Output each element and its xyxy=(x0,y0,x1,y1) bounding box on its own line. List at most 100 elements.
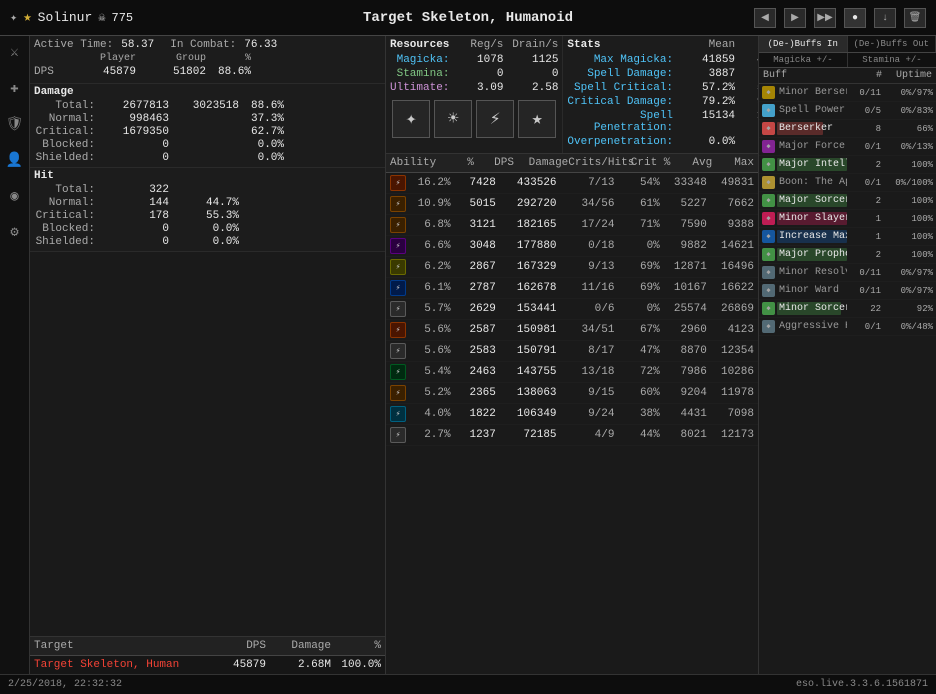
in-combat-label: In Combat: xyxy=(170,39,236,51)
table-row[interactable]: ⚡ Radiant Destruction 16.2% 7428 433526 … xyxy=(386,173,758,194)
ability-crits: 0/18 xyxy=(559,240,615,252)
sidebar-icon-cross[interactable]: ✚ xyxy=(3,76,27,100)
delete-button[interactable]: 🗑 xyxy=(904,8,926,28)
ability-crits: 9/13 xyxy=(559,261,615,273)
ability-max: 16622 xyxy=(709,282,754,294)
table-row[interactable]: ⚡ Blazing Spear 5.6% 2587 150981 34/51 6… xyxy=(386,320,758,341)
ability-icon-2[interactable]: ☀ xyxy=(434,100,472,138)
table-row[interactable]: ⚡ Heavy Attack (Shock)* 6.1% 2787 162678… xyxy=(386,278,758,299)
damage-section: Damage Total: 2677813 3023518 88.6% Norm… xyxy=(30,84,385,168)
max-magicka-label: Max Magicka: xyxy=(567,54,677,66)
ability-damage: 143755 xyxy=(498,366,557,378)
list-item[interactable]: ◆ Major Force 0/1 0%/13% xyxy=(759,138,936,156)
nav-fast-forward-button[interactable]: ▶▶ xyxy=(814,8,836,28)
damage-col-header: Damage xyxy=(514,157,568,169)
target-section: Target DPS Damage % Target Skeleton, Hum… xyxy=(30,636,385,674)
center-panel: Resources Reg/s Drain/s Magicka: 1078 11… xyxy=(386,36,758,674)
list-item[interactable]: ◆ Major Sorcery 2 100% xyxy=(759,192,936,210)
list-item[interactable]: ◆ Major Intellect 2 100% xyxy=(759,156,936,174)
ability-avg: 9882 xyxy=(662,240,707,252)
critical-player: 1679350 xyxy=(99,126,169,138)
ability-critpct: 67% xyxy=(616,324,659,336)
buff-uptime: 0%/83% xyxy=(883,106,933,116)
table-row[interactable]: ⚡ Zaan* 6.6% 3048 177880 0/18 0% 9882 14… xyxy=(386,236,758,257)
list-item[interactable]: ◆ Boon: The Apprentice 0/1 0%/100% xyxy=(759,174,936,192)
table-row[interactable]: ⚡ Charged Weapon 5.4% 2463 143755 13/18 … xyxy=(386,362,758,383)
tab-debuffs-out[interactable]: (De-)Buffs Out xyxy=(848,36,936,52)
spell-critical-label: Spell Critical: xyxy=(567,82,677,94)
list-item[interactable]: ◆ Minor Resolve 0/11 0%/97% xyxy=(759,264,936,282)
tab-debuffs-in[interactable]: (De-)Buffs In xyxy=(759,36,848,52)
buff-uptime: 0%/97% xyxy=(883,88,933,98)
list-item[interactable]: ◆ Major Prophecy 2 100% xyxy=(759,246,936,264)
ability-icon-ultimate[interactable]: ★ xyxy=(518,100,556,138)
ability-icon-1[interactable]: ✦ xyxy=(392,100,430,138)
normal-label: Normal: xyxy=(34,113,99,125)
table-row[interactable]: ⚡ Shooting Star 6.2% 2867 167329 9/13 69… xyxy=(386,257,758,278)
table-row[interactable]: ⚡ Puncturing Sweep 6.8% 3121 182165 17/2… xyxy=(386,215,758,236)
list-item[interactable]: ◆ Minor Berserk 0/11 0%/97% xyxy=(759,84,936,102)
ability-crits: 9/15 xyxy=(559,387,615,399)
critical-group xyxy=(169,126,239,138)
table-row[interactable]: ⚡ Burning Light 5.2% 2365 138063 9/15 60… xyxy=(386,383,758,404)
buff-name: Major Prophecy xyxy=(779,248,847,261)
list-item[interactable]: ◆ Berserker 8 66% xyxy=(759,120,936,138)
total-pct: 88.6% xyxy=(239,100,284,112)
hit-normal-label: Normal: xyxy=(34,197,99,209)
sidebar-icon-eye[interactable]: ◉ xyxy=(3,184,27,208)
sidebar-icon-person[interactable]: 👤 xyxy=(3,148,27,172)
table-row[interactable]: ⚡ Blockade of Fire 10.9% 5015 292720 34/… xyxy=(386,194,758,215)
buff-num: 22 xyxy=(849,304,881,314)
left-panel: Active Time: 58.37 In Combat: 76.33 Play… xyxy=(30,36,386,674)
tab-stamina[interactable]: Stamina +/- xyxy=(848,53,936,67)
list-item[interactable]: ◆ Aggressive Horn 0/1 0%/48% xyxy=(759,318,936,336)
ability-avg: 2960 xyxy=(662,324,707,336)
dps-col-header: DPS xyxy=(211,640,266,652)
list-item[interactable]: ◆ Minor Slayer 1 100% xyxy=(759,210,936,228)
ability-icon-3[interactable]: ⚡ xyxy=(476,100,514,138)
ability-damage: 150981 xyxy=(498,324,557,336)
hit-total-val: 322 xyxy=(99,184,169,196)
ability-avg: 7986 xyxy=(662,366,707,378)
target-dps: 45879 xyxy=(211,659,266,671)
download-button[interactable]: ↓ xyxy=(874,8,896,28)
table-row[interactable]: ⚡ Light Attack 5.6% 2583 150791 8/17 47%… xyxy=(386,341,758,362)
active-time-value: 58.37 xyxy=(121,39,154,51)
ability-max: 49831 xyxy=(709,177,754,189)
tab-magicka[interactable]: Magicka +/- xyxy=(759,53,848,67)
table-row[interactable]: Target Skeleton, Human 45879 2.68M 100.0… xyxy=(30,656,385,674)
list-item[interactable]: ◆ Minor Ward 0/11 0%/97% xyxy=(759,282,936,300)
nav-prev-button[interactable]: ◀ xyxy=(754,8,776,28)
total-label: Total: xyxy=(34,100,99,112)
nav-next-button[interactable]: ▶ xyxy=(784,8,806,28)
table-row[interactable]: ⚡ Reflective Light* 4.0% 1822 106349 9/2… xyxy=(386,404,758,425)
buff-bar-container: Boon: The Apprentice xyxy=(777,176,847,189)
normal-pct: 37.3% xyxy=(239,113,284,125)
buffs-tabs-row2: Magicka +/- Stamina +/- xyxy=(759,53,936,68)
sidebar-icon-gear[interactable]: ⚙ xyxy=(3,220,27,244)
ability-critpct: 69% xyxy=(616,261,659,273)
sidebar-icon-shield[interactable]: 🛡 xyxy=(3,112,27,136)
sidebar-icon-sword[interactable]: ⚔ xyxy=(3,40,27,64)
blocked-group xyxy=(169,139,239,151)
buff-bar-container: Minor Sorcery xyxy=(777,302,847,315)
in-combat-value: 76.33 xyxy=(244,39,277,51)
ability-critpct: 0% xyxy=(616,303,659,315)
record-button[interactable]: ● xyxy=(844,8,866,28)
ability-icon: ⚡ xyxy=(390,175,406,191)
list-item[interactable]: ◆ Minor Sorcery 22 92% xyxy=(759,300,936,318)
crits-col-header: Crits/Hits xyxy=(568,157,630,169)
ability-dps: 3048 xyxy=(453,240,496,252)
list-item[interactable]: ◆ Spell Power Cure 0/5 0%/83% xyxy=(759,102,936,120)
spell-damage-mean: 3887 xyxy=(677,68,735,80)
ability-crits: 17/24 xyxy=(559,219,615,231)
pct-col-header: % xyxy=(436,157,474,169)
table-row[interactable]: ⚡ Purifying Light 5.7% 2629 153441 0/6 0… xyxy=(386,299,758,320)
list-item[interactable]: ◆ Increase Max Health & Ma 1 100% xyxy=(759,228,936,246)
ability-max: 10286 xyxy=(709,366,754,378)
table-row[interactable]: ⚡ Light Attack 2.7% 1237 72185 4/9 44% 8… xyxy=(386,425,758,446)
buff-icon: ◆ xyxy=(762,230,775,243)
ability-avg: 5227 xyxy=(662,198,707,210)
buffs-col-headers: Buff # Uptime xyxy=(759,68,936,84)
spell-critical-mean: 57.2% xyxy=(677,82,735,94)
